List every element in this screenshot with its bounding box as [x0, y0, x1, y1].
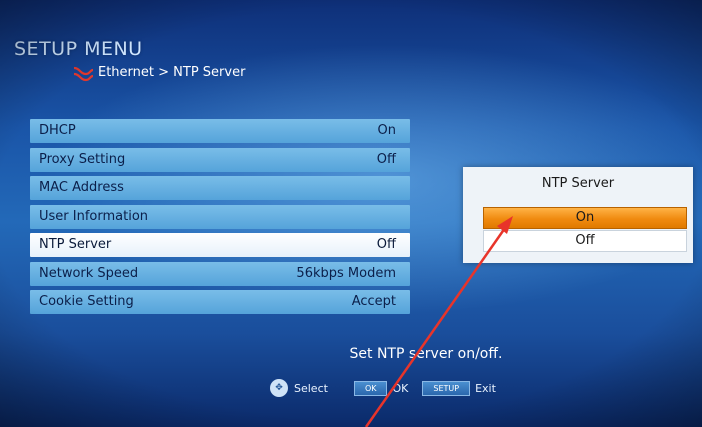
select-label: Select [294, 381, 328, 395]
page-title: SETUP MENU [14, 38, 143, 60]
ok-label: OK [392, 381, 409, 395]
menu-item-label: User Information [39, 208, 149, 224]
menu-item-value: Off [376, 237, 396, 252]
option-on[interactable]: On [483, 207, 687, 229]
menu-item-value: On [377, 123, 396, 138]
menu-item-label: DHCP [39, 123, 76, 138]
menu-item-ntp-server[interactable]: NTP Server Off [30, 233, 410, 257]
menu-item-user-information[interactable]: User Information [30, 204, 410, 229]
menu-item-proxy-setting[interactable]: Proxy Setting Off [30, 147, 410, 172]
footer-controls: ✥ Select OK OK SETUP Exit [270, 379, 496, 397]
setup-menu-list: DHCP On Proxy Setting Off MAC Address Us… [30, 119, 410, 319]
menu-item-network-speed[interactable]: Network Speed 56kbps Modem [30, 261, 410, 286]
menu-item-label: NTP Server [39, 237, 112, 252]
exit-label: Exit [475, 381, 496, 395]
option-off[interactable]: Off [483, 230, 687, 252]
help-text: Set NTP server on/off. [349, 346, 503, 362]
menu-item-label: Network Speed [39, 265, 139, 281]
menu-item-label: MAC Address [39, 180, 124, 195]
setup-key[interactable]: SETUP [422, 380, 471, 396]
ntp-server-popup: NTP Server On Off [463, 167, 693, 263]
popup-title: NTP Server [541, 176, 615, 191]
menu-item-value: Accept [351, 294, 396, 309]
menu-item-label: Cookie Setting [39, 294, 134, 309]
ok-key[interactable]: OK [353, 380, 388, 396]
menu-item-value: Off [376, 151, 396, 167]
dpad-icon: ✥ [270, 379, 288, 397]
menu-item-value: 56kbps Modem [296, 265, 396, 281]
menu-item-cookie-setting[interactable]: Cookie Setting Accept [30, 290, 410, 314]
menu-item-mac-address[interactable]: MAC Address [30, 176, 410, 200]
menu-item-dhcp[interactable]: DHCP On [30, 119, 410, 143]
breadcrumb: Ethernet > NTP Server [98, 65, 246, 80]
menu-item-label: Proxy Setting [39, 151, 126, 167]
network-icon [73, 66, 94, 82]
